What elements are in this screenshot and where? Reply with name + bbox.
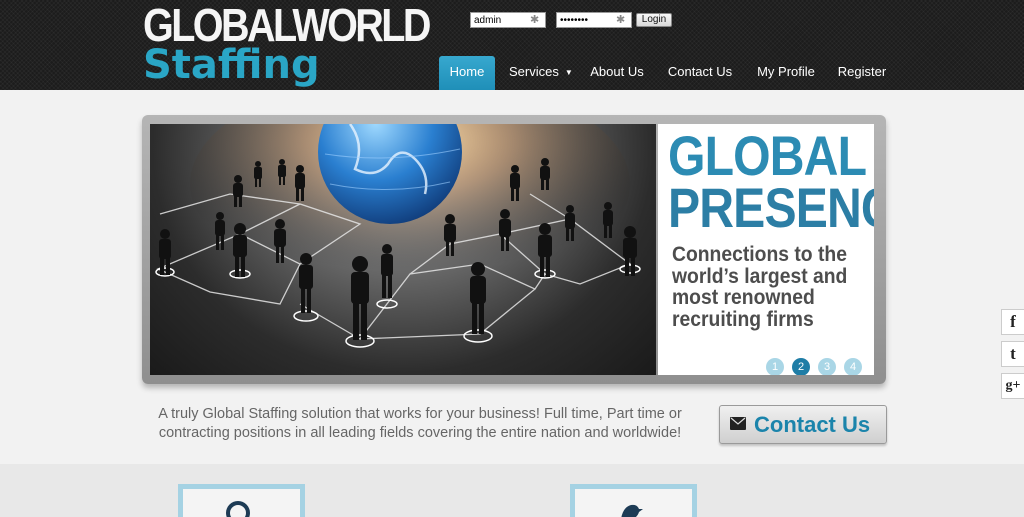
username-value: admin xyxy=(474,15,502,26)
hero-slider: GLOBAL PRESENCE Connections to the world… xyxy=(142,115,886,384)
username-input[interactable]: admin ✱ xyxy=(470,12,546,28)
nav-home-label: Home xyxy=(449,64,485,79)
nav-register-label: Register xyxy=(837,64,887,79)
slide-dot-4[interactable]: 4 xyxy=(844,358,862,375)
slide-dot-3[interactable]: 3 xyxy=(818,358,836,375)
nav-services[interactable]: Services ▼ xyxy=(509,56,573,90)
nav-contact-label: Contact Us xyxy=(667,64,733,79)
slide-headline-2: PRESENCE xyxy=(668,176,874,239)
features-section xyxy=(0,464,1024,517)
intro-text: A truly Global Staffing solution that wo… xyxy=(158,406,682,441)
feature-card-1[interactable] xyxy=(178,484,305,517)
slide-dot-2[interactable]: 2 xyxy=(792,358,810,375)
login-button[interactable]: Login xyxy=(636,13,672,27)
google-plus-icon[interactable]: g+ xyxy=(1001,373,1024,399)
nav-profile-label: My Profile xyxy=(757,64,815,79)
logo-line-2: Staffing xyxy=(143,42,320,88)
slide-tagline: Connections to the world’s largest and m… xyxy=(672,243,848,331)
nav-contact-us[interactable]: Contact Us xyxy=(667,56,733,90)
search-icon xyxy=(226,501,250,517)
nav-home[interactable]: Home xyxy=(439,56,495,90)
bird-icon xyxy=(621,504,643,517)
contact-us-button[interactable]: Contact Us xyxy=(719,405,887,444)
nav-my-profile[interactable]: My Profile xyxy=(757,56,815,90)
keyboard-icon: ✱ xyxy=(530,14,540,26)
nav-register[interactable]: Register xyxy=(837,56,887,90)
chevron-down-icon: ▼ xyxy=(564,68,573,77)
keyboard-icon: ✱ xyxy=(616,14,626,26)
twitter-icon[interactable]: t xyxy=(1001,341,1024,367)
contact-us-label: Contact Us xyxy=(754,412,871,437)
site-logo[interactable]: GLOBALWORLD Staffing xyxy=(143,2,431,90)
slide-headline-1: GLOBAL xyxy=(668,124,867,187)
password-input[interactable]: •••••••• ✱ xyxy=(556,12,632,28)
slide-caption-panel: GLOBAL PRESENCE Connections to the world… xyxy=(658,124,874,375)
nav-about-label: About Us xyxy=(590,64,644,79)
feature-card-2[interactable] xyxy=(570,484,697,517)
nav-about-us[interactable]: About Us xyxy=(589,56,645,90)
nav-services-label: Services xyxy=(509,64,559,79)
slide-dot-1[interactable]: 1 xyxy=(766,358,784,375)
password-value: •••••••• xyxy=(560,15,589,26)
network-globe-image xyxy=(150,124,656,375)
site-header: GLOBALWORLD Staffing admin ✱ •••••••• ✱ … xyxy=(0,0,1024,90)
facebook-icon[interactable]: f xyxy=(1001,309,1024,335)
envelope-icon xyxy=(730,417,746,430)
network-illustration xyxy=(155,124,641,348)
